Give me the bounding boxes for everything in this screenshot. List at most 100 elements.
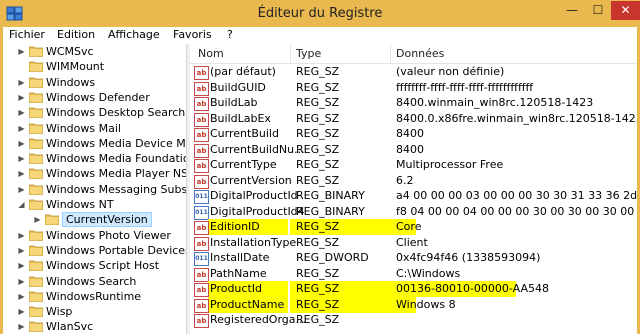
tree-item[interactable]: ▶ Wisp [3,304,186,320]
value-data: 6.2 [396,173,414,187]
column-header-data[interactable]: Données [396,47,444,60]
tree-item[interactable]: ▶ WindowsRuntime [3,289,186,305]
values-list-pane[interactable]: Nom Type Données ab (par défaut) REG_SZ (va… [190,44,637,334]
registry-value-row[interactable]: ab CurrentBuild REG_SZ 8400 [190,126,637,143]
string-value-icon: ab [194,221,209,235]
folder-icon [29,123,43,134]
folder-icon [29,61,43,73]
value-type: REG_SZ [296,313,340,326]
folder-icon [29,92,43,103]
expand-arrow-icon[interactable]: ▶ [17,154,26,163]
expand-arrow-icon[interactable]: ▶ [17,322,26,331]
tree-item[interactable]: ▶ Windows Search [3,274,186,290]
column-divider[interactable] [390,44,391,63]
expand-arrow-icon[interactable]: ▶ [17,108,26,117]
minimize-button[interactable]: — [559,1,585,20]
expand-arrow-icon[interactable]: ▶ [17,292,26,301]
menu-edition[interactable]: Edition [57,28,95,41]
column-header-name[interactable]: Nom [198,47,224,60]
registry-value-row[interactable]: 011 DigitalProductId4 REG_BINARY f8 04 00 0… [190,204,637,221]
registry-value-row[interactable]: ab BuildLab REG_SZ 8400.winmain_win8rc.1205… [190,95,637,112]
value-name: CurrentBuild [210,127,279,140]
value-type: REG_SZ [296,220,340,233]
value-name: CurrentBuildNu... [210,142,305,156]
registry-value-row[interactable]: ab BuildLabEx REG_SZ 8400.0.x86fre.winmain_… [190,111,637,128]
expand-arrow-icon[interactable]: ▶ [33,215,42,224]
menu-help[interactable]: ? [227,28,233,41]
value-type: REG_SZ [296,173,340,187]
expand-arrow-icon[interactable]: ▶ [17,231,26,240]
tree-item[interactable]: ▶ Windows Media Device Mar [3,136,186,152]
registry-value-row[interactable]: 011 DigitalProductId REG_BINARY a4 00 00 00… [190,188,637,205]
expand-arrow-icon[interactable]: ▶ [17,78,26,87]
tree-item[interactable]: ▶ CurrentVersion [3,212,186,228]
expand-arrow-icon[interactable]: ▶ [17,277,26,286]
title-bar[interactable]: Éditeur du Registre — ☐ ✕ [0,0,640,27]
value-data: f8 04 00 00 04 00 00 00 30 00 30 00 30 0… [396,204,637,218]
expand-arrow-icon[interactable]: ▶ [17,307,26,316]
registry-value-row[interactable]: ab BuildGUID REG_SZ ffffffff-ffff-ffff-ffff… [190,80,637,97]
registry-value-row[interactable]: ab ProductName REG_SZ Windows 8 [190,296,637,314]
registry-value-row[interactable]: ab CurrentVersion REG_SZ 6.2 [190,173,637,190]
tree-item[interactable]: WIMMount [3,59,186,75]
value-name: RegisteredOrga... [210,313,306,326]
value-name: InstallationType [210,235,297,249]
folder-icon [29,184,43,195]
expand-arrow-icon[interactable]: ▶ [17,93,26,102]
window-title: Éditeur du Registre [257,6,383,21]
close-button[interactable]: ✕ [611,1,640,20]
expand-arrow-icon[interactable]: ▶ [17,185,26,194]
registry-value-row[interactable]: ab EditionID REG_SZ Core [190,219,637,236]
tree-item[interactable]: ▶ Windows Media Player NSS [3,166,186,182]
value-name: ProductName [210,297,285,311]
expand-arrow-icon[interactable]: ▶ [17,261,26,270]
expand-arrow-icon[interactable]: ▶ [17,246,26,255]
registry-value-row[interactable]: ab InstallationType REG_SZ Client [190,235,637,252]
tree-item[interactable]: ▶ WlanSvc [3,319,186,334]
string-value-icon: ab [194,174,209,189]
tree-item-label: Windows Defender [46,90,150,104]
expand-arrow-icon[interactable]: ▶ [17,139,26,148]
tree-item[interactable]: ▶ Windows Photo Viewer [3,228,186,244]
tree-item[interactable]: ▶ Windows Media Foundation [3,151,186,167]
tree-item[interactable]: ▶ Windows Script Host [3,258,186,274]
value-name: ProductId [210,282,262,295]
tree-item[interactable]: ▶ Windows Portable Devices [3,243,186,259]
expand-arrow-icon[interactable]: ▶ [17,124,26,133]
tree-item[interactable]: ◢ Windows NT [3,197,186,213]
folder-icon [29,321,43,333]
tree-item[interactable]: ▶ Windows [3,75,186,91]
expand-arrow-icon[interactable]: ▶ [17,47,26,56]
tree-item[interactable]: ▶ Windows Desktop Search [3,105,186,121]
value-name: EditionID [210,220,260,233]
expand-arrow-icon[interactable]: ▶ [17,169,26,178]
registry-value-row[interactable]: ab RegisteredOrga... REG_SZ [190,312,637,329]
expand-arrow-icon[interactable]: ◢ [17,200,26,209]
column-divider[interactable] [290,44,291,63]
registry-value-row[interactable]: ab (par défaut) REG_SZ (valeur non définie) [190,64,637,81]
list-header: Nom Type Données [190,44,637,64]
expand-arrow-icon[interactable] [17,62,26,71]
registry-value-row[interactable]: ab PathName REG_SZ C:\Windows [190,266,637,283]
value-name: CurrentVersion [210,173,292,187]
menu-fichier[interactable]: Fichier [9,28,45,41]
tree-item[interactable]: ▶ Windows Messaging Subsys [3,182,186,198]
value-type: REG_SZ [296,80,340,94]
value-name: (par défaut) [210,65,276,78]
registry-value-row[interactable]: ab CurrentBuildNu... REG_SZ 8400 [190,142,637,159]
tree-item[interactable]: ▶ WCMSvc [3,44,186,60]
maximize-button[interactable]: ☐ [585,1,611,20]
menu-favoris[interactable]: Favoris [173,28,212,41]
value-type: REG_SZ [296,158,340,171]
menu-affichage[interactable]: Affichage [108,28,160,41]
key-tree-pane[interactable]: ▶ WCMSvc WIMMount ▶ Windows ▶ Windows Defender… [3,44,186,334]
registry-value-row[interactable]: ab CurrentType REG_SZ Multiprocessor Free [190,157,637,174]
folder-icon [29,230,43,241]
tree-item[interactable]: ▶ Windows Defender [3,90,186,106]
value-data: ffffffff-ffff-ffff-ffff-ffffffffffff [396,80,534,94]
registry-value-row[interactable]: ab ProductId REG_SZ 00136-80010-00000-AA548 [190,281,637,298]
column-header-type[interactable]: Type [296,47,321,60]
registry-value-row[interactable]: 011 InstallDate REG_DWORD 0x4fc94f46 (13385… [190,250,637,267]
string-value-icon: ab [194,112,209,127]
tree-item[interactable]: ▶ Windows Mail [3,121,186,137]
